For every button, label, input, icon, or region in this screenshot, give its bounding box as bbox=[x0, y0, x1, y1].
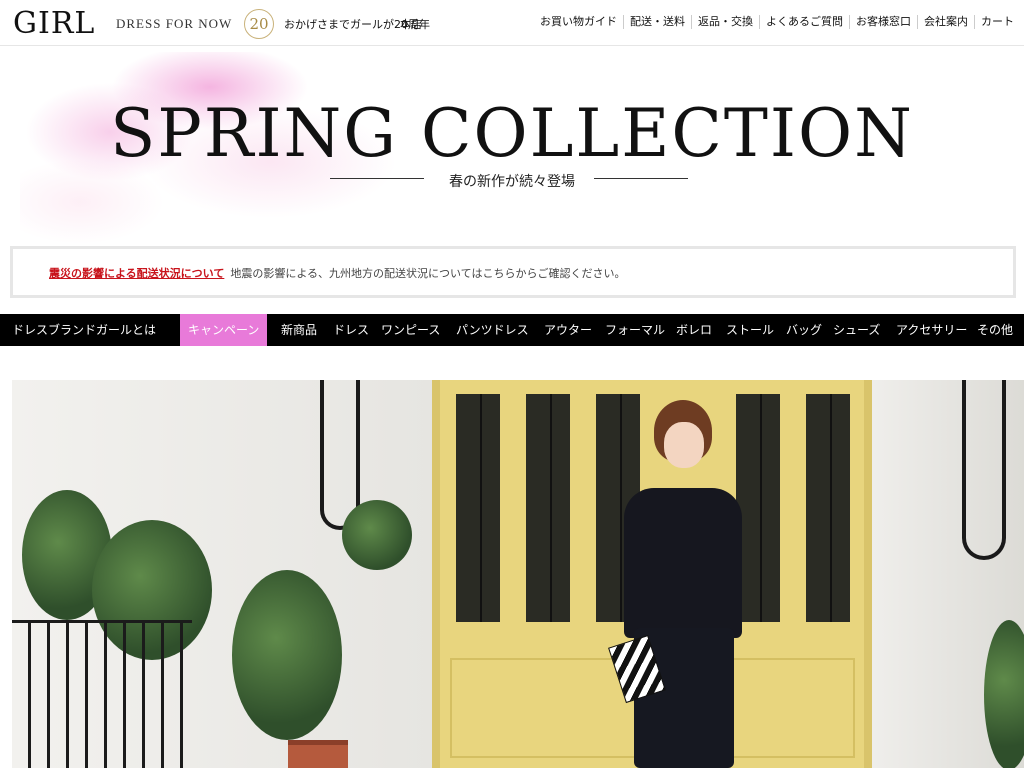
iron-ornament-right bbox=[962, 380, 1006, 560]
nav-item-campaign[interactable]: キャンペーン bbox=[180, 314, 268, 346]
hero-subtitle: 春の新作が続々登場 bbox=[449, 174, 575, 190]
hero-banner[interactable]: SPRING COLLECTION 春の新作が続々登場 bbox=[0, 46, 1024, 246]
notice-content: 震災の影響による配送状況について 地震の影響による、九州地方の配送状況についてはこ… bbox=[49, 265, 625, 281]
window-grille bbox=[760, 394, 762, 622]
window-grille bbox=[830, 394, 832, 622]
nav-item-accessory[interactable]: アクセサリー bbox=[896, 314, 967, 346]
iron-fence bbox=[12, 620, 192, 768]
flower-pot bbox=[288, 740, 348, 768]
plant bbox=[232, 570, 342, 740]
util-link-company[interactable]: 会社案内 bbox=[917, 15, 974, 29]
plant bbox=[984, 620, 1024, 768]
nav-item-bag[interactable]: バッグ bbox=[786, 314, 822, 346]
notice-title-link[interactable]: 震災の影響による配送状況について bbox=[49, 267, 224, 280]
nav-item-onepiece[interactable]: ワンピース bbox=[381, 314, 440, 346]
shipping-notice: 震災の影響による配送状況について 地震の影響による、九州地方の配送状況についてはこ… bbox=[10, 246, 1016, 298]
window-grille bbox=[480, 394, 482, 622]
featured-photo[interactable] bbox=[12, 380, 1024, 768]
hero-title: SPRING COLLECTION bbox=[110, 95, 914, 172]
main-nav: ドレスブランドガールとは キャンペーン 新商品 ドレス ワンピース パンツドレス… bbox=[0, 314, 1024, 346]
window-grille bbox=[550, 394, 552, 622]
util-link-cart[interactable]: カート bbox=[974, 15, 1020, 29]
util-link-guide[interactable]: お買い物ガイド bbox=[534, 15, 623, 29]
utility-nav: お買い物ガイド 配送・送料 返品・交換 よくあるご質問 お客様窓口 会社案内 カ… bbox=[534, 15, 1020, 29]
util-link-support[interactable]: お客様窓口 bbox=[849, 15, 917, 29]
door-window bbox=[450, 388, 506, 628]
model-figure bbox=[604, 400, 754, 768]
notice-text: 地震の影響による、九州地方の配送状況についてはこちらからご確認ください。 bbox=[230, 267, 626, 280]
site-logo[interactable]: GIRL bbox=[13, 7, 95, 41]
model-top bbox=[624, 488, 742, 638]
door-window bbox=[800, 388, 856, 628]
nav-item-formal[interactable]: フォーマル bbox=[605, 314, 665, 346]
nav-item-stole[interactable]: ストール bbox=[726, 314, 774, 346]
brand-tagline: DRESS FOR NOW bbox=[116, 16, 233, 31]
util-link-shipping[interactable]: 配送・送料 bbox=[623, 15, 691, 29]
top-header: GIRL DRESS FOR NOW 20 おかげさまでガールが20周年 本店 … bbox=[0, 0, 1024, 46]
nav-item-pants-dress[interactable]: パンツドレス bbox=[456, 314, 529, 346]
subtitle-rule-right bbox=[594, 178, 688, 179]
store-label: 本店 bbox=[400, 18, 422, 31]
anniversary-badge: 20 bbox=[244, 9, 274, 39]
nav-item-other[interactable]: その他 bbox=[977, 314, 1013, 346]
util-link-returns[interactable]: 返品・交換 bbox=[691, 15, 759, 29]
nav-item-dress[interactable]: ドレス bbox=[333, 314, 369, 346]
nav-item-new[interactable]: 新商品 bbox=[281, 314, 317, 346]
model-face bbox=[664, 422, 704, 468]
util-link-faq[interactable]: よくあるご質問 bbox=[759, 15, 849, 29]
nav-item-bolero[interactable]: ボレロ bbox=[676, 314, 712, 346]
nav-item-outer[interactable]: アウター bbox=[544, 314, 592, 346]
nav-item-about[interactable]: ドレスブランドガールとは bbox=[12, 314, 156, 346]
door-window bbox=[520, 388, 576, 628]
hanging-plant bbox=[342, 500, 412, 570]
nav-item-shoes[interactable]: シューズ bbox=[833, 314, 880, 346]
